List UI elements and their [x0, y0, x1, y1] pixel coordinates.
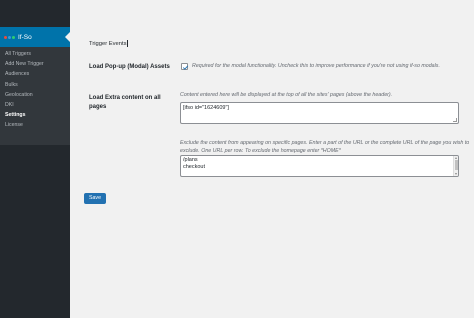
exclude-urls-textarea[interactable]: /plans checkout	[180, 155, 459, 177]
sidebar-item-audiences[interactable]: Audiences	[0, 69, 70, 79]
save-button[interactable]: Save	[84, 193, 106, 204]
sidebar-item-bulks[interactable]: Bulks	[0, 80, 70, 90]
popup-assets-label: Load Pop-up (Modal) Assets	[89, 64, 170, 70]
sidebar-top-area	[0, 0, 70, 27]
exclude-url-line: checkout	[183, 164, 206, 170]
tab-label: Trigger Events	[89, 41, 127, 48]
plugin-menu-header[interactable]: If-So	[0, 27, 70, 47]
scroll-down-arrow-icon[interactable]	[455, 173, 457, 175]
textarea-resize-handle[interactable]	[453, 118, 457, 122]
scroll-up-arrow-icon[interactable]	[455, 157, 457, 159]
settings-content: Trigger Events Load Pop-up (Modal) Asset…	[70, 0, 474, 318]
popup-assets-checkbox[interactable]	[181, 63, 189, 70]
checkmark-icon	[182, 65, 189, 70]
text-cursor	[127, 40, 129, 47]
scroll-thumb[interactable]	[455, 160, 458, 170]
plugin-submenu: All Triggers Add New Trigger Audiences B…	[0, 47, 70, 145]
extra-content-description: Content entered here will be displayed a…	[180, 92, 393, 98]
sidebar-item-settings[interactable]: Settings	[0, 110, 70, 120]
tab-trigger-events[interactable]: Trigger Events	[89, 40, 129, 48]
popup-assets-description: Required for the modal functionality. Un…	[192, 63, 440, 69]
sidebar-item-dki[interactable]: DKI	[0, 100, 70, 110]
plugin-name: If-So	[18, 33, 32, 41]
extra-content-value: [ifso id="1624609"]	[183, 105, 229, 111]
sidebar-item-license[interactable]: License	[0, 120, 70, 130]
logo-dot-red	[4, 35, 7, 39]
logo-dot-blue	[8, 35, 11, 39]
textarea-scrollbar[interactable]	[453, 156, 458, 176]
sidebar-item-add-new-trigger[interactable]: Add New Trigger	[0, 59, 70, 69]
extra-content-label: Load Extra content on all pages	[89, 95, 161, 110]
extra-content-textarea[interactable]: [ifso id="1624609"]	[180, 102, 459, 124]
sidebar-item-geolocation[interactable]: Geolocation	[0, 90, 70, 100]
admin-sidebar: If-So All Triggers Add New Trigger Audie…	[0, 0, 70, 318]
sidebar-item-all-triggers[interactable]: All Triggers	[0, 49, 70, 59]
exclude-url-line: /plans	[183, 157, 198, 163]
ifso-logo-icon	[4, 35, 15, 39]
logo-dot-green	[12, 35, 15, 39]
exclude-description: Exclude the content from appearing on sp…	[180, 140, 470, 154]
